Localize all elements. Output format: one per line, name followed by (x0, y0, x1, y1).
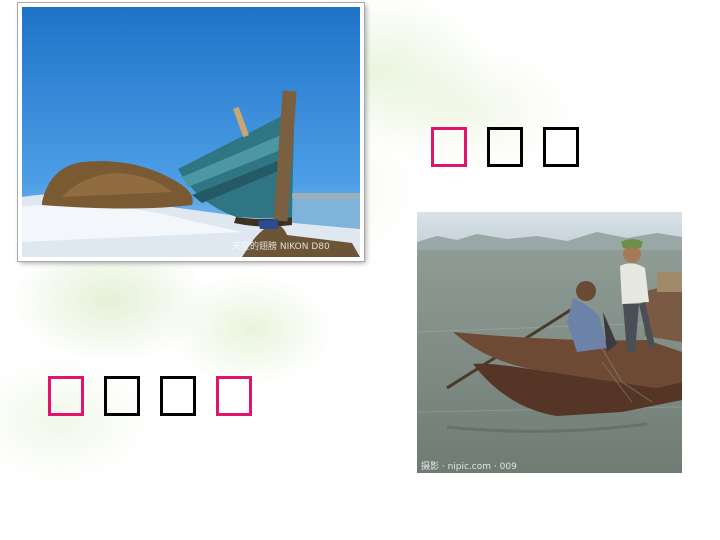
character-box (543, 127, 579, 167)
character-box-row-bottom (48, 376, 252, 416)
fishing-boat-photo: 摄影 · nipic.com · 009 (417, 212, 682, 473)
character-box (160, 376, 196, 416)
photo-watermark: 摄影 · nipic.com · 009 (421, 462, 517, 472)
highlighted-character-box (48, 376, 84, 416)
highlighted-character-box (216, 376, 252, 416)
character-box (104, 376, 140, 416)
character-box (487, 127, 523, 167)
photo-watermark: 天空的翅膀 NIKON D80 (232, 242, 330, 252)
highlighted-character-box (431, 127, 467, 167)
beached-boat-photo: 天空的翅膀 NIKON D80 (18, 3, 364, 261)
character-box-row-top (431, 127, 579, 167)
